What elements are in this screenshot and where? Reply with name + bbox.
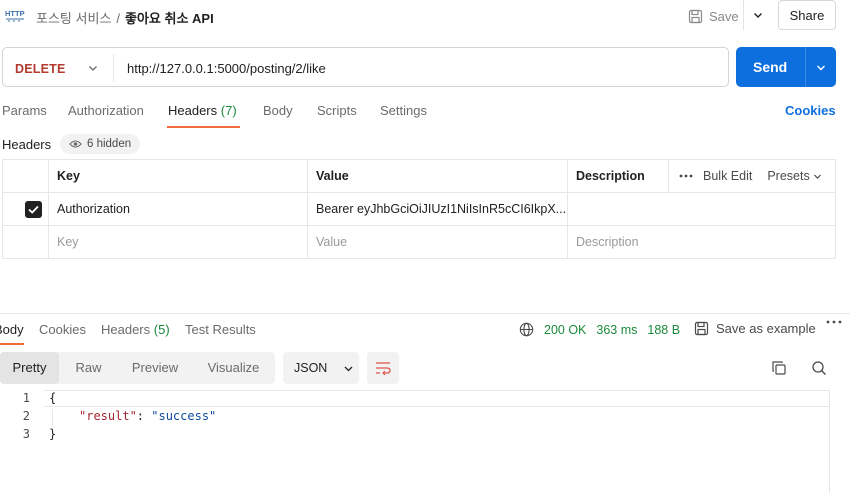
code-line: { — [49, 391, 57, 405]
new-description-input[interactable]: Description — [568, 226, 835, 259]
chevron-down-icon — [752, 9, 764, 21]
wrap-lines-button[interactable] — [367, 352, 399, 384]
hidden-headers-toggle[interactable]: 6 hidden — [60, 134, 141, 154]
table-header-row: Key Value Description Bulk Edit Presets — [3, 160, 835, 193]
send-label: Send — [753, 59, 788, 75]
breadcrumb: 포스팅 서비스 / 좋아요 취소 API — [36, 8, 214, 27]
save-as-example-label: Save as example — [716, 321, 816, 336]
eye-icon — [69, 139, 82, 149]
cookies-link[interactable]: Cookies — [785, 103, 836, 118]
hidden-count-label: 6 hidden — [87, 138, 132, 150]
tab-params[interactable]: Params — [2, 103, 47, 118]
breadcrumb-separator: / — [116, 11, 120, 26]
response-time[interactable]: 363 ms — [596, 323, 637, 337]
wrap-lines-icon — [375, 361, 391, 375]
tab-body[interactable]: Body — [263, 103, 293, 118]
line-number: 3 — [22, 427, 30, 441]
chevron-down-icon — [813, 172, 822, 181]
table-row: Authorization Bearer eyJhbGciOiJIUzI1NiI… — [3, 193, 835, 226]
save-options-button[interactable] — [743, 0, 771, 30]
json-key: "result" — [79, 409, 137, 423]
headers-section-title: Headers — [2, 137, 52, 152]
more-options-icon[interactable] — [679, 174, 693, 178]
column-header-key: Key — [57, 169, 80, 183]
response-size[interactable]: 188 B — [647, 323, 680, 337]
divider — [829, 390, 830, 493]
breadcrumb-parent[interactable]: 포스팅 서비스 — [36, 11, 111, 26]
new-key-input[interactable]: Key — [49, 226, 307, 259]
response-format-tabs: Pretty Raw Preview Visualize — [0, 352, 275, 384]
presets-label: Presets — [767, 169, 810, 183]
http-icon: HTTP — [5, 7, 25, 23]
bulk-edit-button[interactable]: Bulk Edit — [703, 169, 752, 183]
row-enabled-checkbox[interactable] — [25, 201, 42, 218]
save-icon — [688, 9, 703, 24]
save-icon — [694, 321, 709, 336]
chevron-down-icon — [343, 363, 354, 374]
divider — [567, 160, 568, 258]
save-label: Save — [709, 8, 739, 24]
divider — [113, 54, 114, 82]
svg-text:HTTP: HTTP — [5, 9, 25, 18]
header-key-cell[interactable]: Authorization — [49, 193, 307, 226]
column-header-description: Description — [576, 169, 645, 183]
active-tab-indicator — [0, 343, 24, 345]
code-line: } — [49, 427, 57, 441]
tab-authorization[interactable]: Authorization — [68, 103, 144, 118]
response-tab-cookies[interactable]: Cookies — [39, 322, 86, 337]
response-tab-headers[interactable]: Headers (5) — [101, 322, 170, 337]
send-button[interactable]: Send — [736, 47, 836, 87]
header-description-cell[interactable] — [568, 193, 835, 226]
save-button[interactable]: Save — [688, 6, 739, 26]
headers-table: Key Value Description Bulk Edit Presets … — [2, 159, 836, 259]
share-button[interactable]: Share — [778, 0, 836, 30]
line-number: 2 — [22, 409, 30, 423]
search-icon[interactable] — [811, 360, 827, 376]
code-line: "result": "success" — [79, 409, 216, 423]
indent-guide — [52, 409, 53, 426]
format-pretty[interactable]: Pretty — [0, 352, 59, 384]
divider — [668, 160, 669, 193]
copy-icon[interactable] — [771, 360, 787, 376]
presets-dropdown[interactable]: Presets — [767, 169, 821, 183]
table-actions: Bulk Edit Presets — [679, 169, 822, 183]
response-meta: 200 OK 363 ms 188 B — [519, 322, 680, 337]
language-label: JSON — [294, 361, 328, 375]
tab-scripts[interactable]: Scripts — [317, 103, 357, 118]
header-value-cell[interactable]: Bearer eyJhbGciOiJIUzI1NiIsInR5cCI6IkpX.… — [308, 193, 566, 226]
json-value: "success" — [151, 409, 217, 423]
status-code[interactable]: 200 OK — [544, 323, 586, 337]
request-title[interactable]: 좋아요 취소 API — [125, 11, 214, 26]
globe-icon[interactable] — [519, 322, 534, 337]
tab-count-badge: (7) — [220, 103, 237, 118]
chevron-down-icon[interactable] — [87, 62, 99, 74]
column-header-value: Value — [316, 169, 349, 183]
tab-headers[interactable]: Headers (7) — [168, 103, 237, 118]
table-row-empty: Key Value Description — [3, 226, 835, 259]
line-number: 1 — [22, 391, 30, 405]
format-raw[interactable]: Raw — [59, 352, 118, 384]
tab-count-badge: (5) — [153, 322, 170, 337]
response-tab-body[interactable]: Body — [0, 322, 24, 337]
current-line-highlight — [44, 390, 830, 407]
format-visualize[interactable]: Visualize — [192, 352, 275, 384]
tab-settings[interactable]: Settings — [380, 103, 427, 118]
divider — [48, 160, 49, 258]
json-colon: : — [136, 409, 152, 423]
active-tab-indicator — [167, 126, 240, 128]
more-options-icon[interactable] — [826, 320, 842, 324]
response-divider — [0, 313, 850, 314]
chevron-down-icon[interactable] — [815, 62, 827, 74]
divider — [805, 47, 806, 87]
method-select[interactable]: DELETE — [15, 62, 66, 76]
divider — [307, 160, 308, 258]
request-url-bar: DELETE http://127.0.0.1:5000/posting/2/l… — [2, 47, 729, 87]
save-as-example-button[interactable]: Save as example — [694, 321, 816, 336]
url-input[interactable]: http://127.0.0.1:5000/posting/2/like — [127, 61, 326, 76]
response-tab-test-results[interactable]: Test Results — [185, 322, 256, 337]
new-value-input[interactable]: Value — [308, 226, 566, 259]
language-select[interactable]: JSON — [283, 352, 359, 384]
top-bar: HTTP 포스팅 서비스 / 좋아요 취소 API Save Share — [0, 0, 850, 32]
format-preview[interactable]: Preview — [118, 352, 192, 384]
